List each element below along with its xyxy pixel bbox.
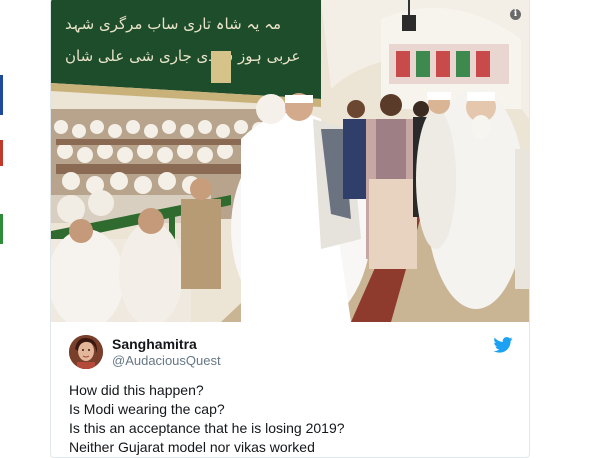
author-name[interactable]: Sanghamitra — [112, 336, 197, 352]
info-icon[interactable]: i — [510, 9, 521, 20]
tweet-photo[interactable]: مہ یہ شاہ تاری ساب مرگری شہد عربی ہوز سی… — [51, 0, 529, 322]
tweet-line: Is this an acceptance that he is losing … — [69, 420, 345, 436]
tweet-line: Is Modi wearing the cap? — [69, 401, 225, 417]
tweet-author-row: Sanghamitra @AudaciousQuest — [69, 335, 513, 371]
twitter-bird-icon[interactable] — [493, 337, 513, 353]
avatar[interactable] — [69, 335, 103, 369]
tweet-body-text: How did this happen? Is Modi wearing the… — [69, 381, 509, 457]
banner-arabic-text-1: مہ یہ شاہ تاری ساب مرگری شہد — [65, 15, 281, 33]
banner-arabic-text-2: عربی ہوز سیدی جاری شی علی شان — [65, 47, 300, 65]
embedded-tweet-card: مہ یہ شاہ تاری ساب مرگری شہد عربی ہوز سی… — [50, 0, 530, 458]
author-handle[interactable]: @AudaciousQuest — [112, 353, 221, 368]
tweet-line: How did this happen? — [69, 382, 204, 398]
left-edge-strip — [0, 0, 3, 450]
tweet-line: Neither Gujarat model nor vikas worked — [69, 439, 315, 455]
